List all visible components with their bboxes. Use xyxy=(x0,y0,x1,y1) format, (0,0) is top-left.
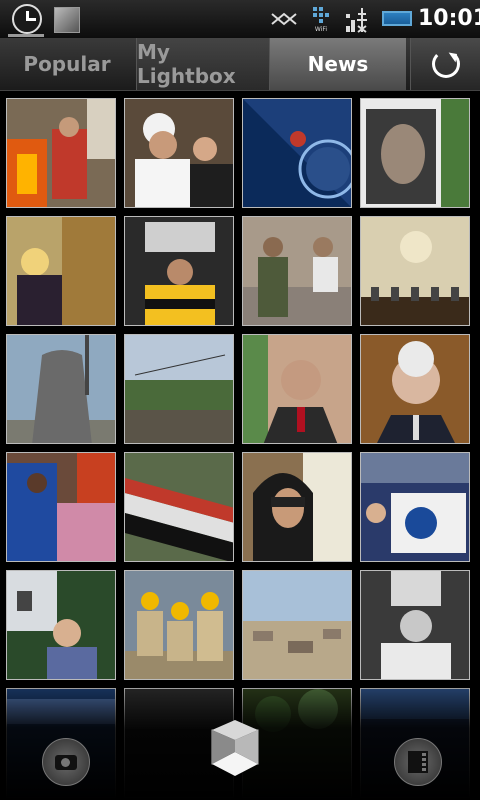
thumbnail-magazine-model[interactable] xyxy=(360,98,470,208)
thumbnail-politician-portrait[interactable] xyxy=(242,334,352,444)
camera-icon xyxy=(55,754,77,770)
cube-small-icon xyxy=(54,7,80,33)
thumbnail-hearing-room[interactable] xyxy=(360,216,470,326)
tab-bar: Popular My Lightbox News xyxy=(0,38,480,91)
refresh-icon xyxy=(432,50,460,78)
thumbnail-cup-celebration[interactable] xyxy=(360,570,470,680)
wifi-icon: WiFi xyxy=(313,7,329,33)
thumbnail-woman-statue[interactable] xyxy=(6,216,116,326)
refresh-button[interactable] xyxy=(410,38,480,90)
wifi-share-icon xyxy=(271,12,297,26)
tab-popular[interactable]: Popular xyxy=(0,38,134,90)
thumbnail-cooling-tower[interactable] xyxy=(6,334,116,444)
thumbnail-aerial-town[interactable] xyxy=(242,570,352,680)
thumbnail-man-by-house[interactable] xyxy=(6,570,116,680)
notification-indicator xyxy=(8,34,44,37)
cube-home-button[interactable] xyxy=(204,718,266,778)
thumbnail-cleric-portrait[interactable] xyxy=(124,98,234,208)
thumbnail-woman-sunglasses[interactable] xyxy=(242,452,352,562)
thumbnail-planet-art[interactable] xyxy=(242,98,352,208)
thumbnail-protest-fire[interactable] xyxy=(6,98,116,208)
camera-button[interactable] xyxy=(42,738,90,786)
battery-icon xyxy=(382,11,412,26)
clock-icon xyxy=(12,4,42,34)
thumbnail-field-landscape[interactable] xyxy=(124,334,234,444)
thumbnail-man-rocks[interactable] xyxy=(242,216,352,326)
tab-my-lightbox[interactable]: My Lightbox xyxy=(136,38,270,90)
film-icon xyxy=(408,751,428,773)
thumbnail-flag-parade[interactable] xyxy=(124,452,234,562)
wifi-label: WiFi xyxy=(315,26,327,33)
thumbnail-hockey-cup[interactable] xyxy=(124,216,234,326)
thumbnail-hockey-fans[interactable] xyxy=(360,452,470,562)
tab-news[interactable]: News xyxy=(270,38,406,90)
status-time: 10:01 xyxy=(418,6,480,31)
thumbnail-crowd-women[interactable] xyxy=(6,452,116,562)
thumbnail-official-portrait[interactable] xyxy=(360,334,470,444)
thumbnail-hardhat-workers[interactable] xyxy=(124,570,234,680)
status-bar: WiFi 10:01 xyxy=(0,0,480,38)
film-button[interactable] xyxy=(394,738,442,786)
signal-icon xyxy=(346,8,367,33)
